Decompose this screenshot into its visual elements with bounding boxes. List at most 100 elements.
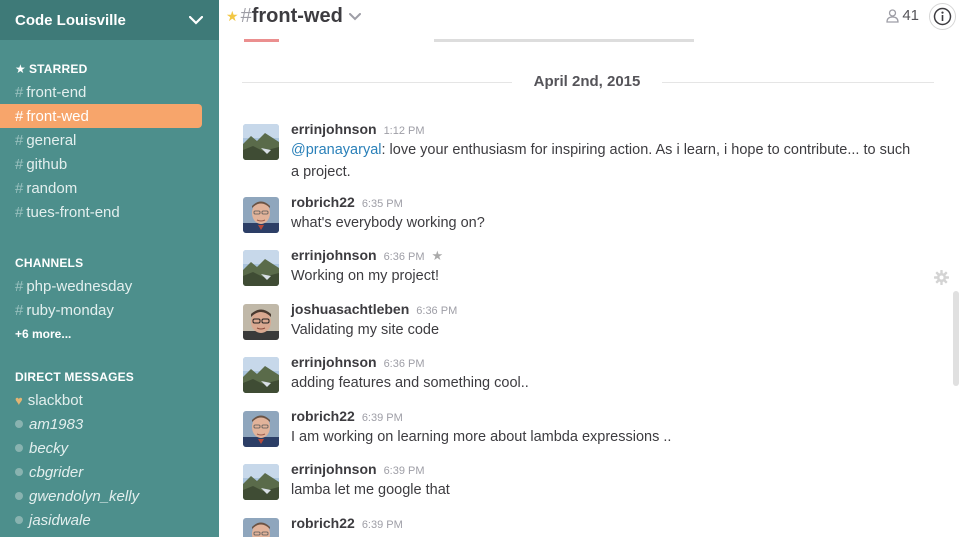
channel-hash: # bbox=[15, 179, 24, 197]
message-pane: April 2nd, 2015 errinjohnson 1:12 PM @pran… bbox=[219, 33, 947, 537]
heart-icon: ♥ bbox=[15, 392, 23, 408]
message-timestamp[interactable]: 1:12 PM bbox=[384, 125, 425, 137]
message-body: robrich22 6:39 PM I am working on learning… bbox=[291, 408, 921, 448]
avatar[interactable] bbox=[243, 357, 279, 393]
sidebar-dm-jasidwale[interactable]: jasidwale bbox=[0, 508, 219, 532]
message-body: robrich22 6:39 PM bbox=[291, 515, 921, 533]
message-timestamp[interactable]: 6:35 PM bbox=[362, 198, 403, 210]
sidebar-channel-label: front-end bbox=[26, 83, 87, 101]
sidebar-channel-tues-front-end[interactable]: # tues-front-end bbox=[0, 200, 219, 224]
avatar[interactable] bbox=[243, 124, 279, 160]
message-text-content: what's everybody working on? bbox=[291, 215, 485, 231]
message-author[interactable]: errinjohnson bbox=[291, 354, 377, 370]
channel-hash: # bbox=[15, 131, 24, 149]
sidebar-channel-general[interactable]: # general bbox=[0, 128, 219, 152]
star-icon: ★ bbox=[15, 62, 26, 76]
avatar[interactable] bbox=[243, 197, 279, 233]
message-meta: errinjohnson 6:36 PM bbox=[291, 354, 921, 372]
message-author[interactable]: errinjohnson bbox=[291, 247, 377, 263]
sidebar-channel-label: php-wednesday bbox=[26, 277, 133, 295]
message-text-content: lamba let me google that bbox=[291, 482, 450, 498]
sidebar-dm-gwendolyn_kelly[interactable]: gwendolyn_kelly bbox=[0, 484, 219, 508]
message-text-content: I am working on learning more about lamb… bbox=[291, 429, 672, 445]
starred-channel-list: # front-end # front-wed # general # github # rand… bbox=[0, 80, 219, 224]
message-meta: robrich22 6:35 PM bbox=[291, 194, 921, 212]
message-timestamp[interactable]: 6:36 PM bbox=[416, 305, 457, 317]
scrollbar-thumb[interactable] bbox=[953, 291, 959, 386]
sidebar-dm-label: gwendolyn_kelly bbox=[29, 487, 140, 505]
sidebar-channel-label: general bbox=[26, 131, 77, 149]
channel-hash: # bbox=[15, 155, 24, 173]
message-text-content: : love your enthusiasm for inspiring act… bbox=[291, 142, 911, 180]
presence-dot-icon bbox=[15, 444, 23, 452]
sidebar-channel-front-end[interactable]: # front-end bbox=[0, 80, 219, 104]
more-channels-link[interactable]: +6 more... bbox=[0, 322, 219, 346]
sidebar-dm-slackbot[interactable]: ♥ slackbot bbox=[0, 388, 219, 412]
gear-icon[interactable] bbox=[934, 270, 949, 290]
presence-dot-icon bbox=[15, 468, 23, 476]
direct-message-list: ♥ slackbot am1983 becky cbgrider gwendolyn_ke… bbox=[0, 388, 219, 532]
sidebar-dm-label: jasidwale bbox=[29, 511, 91, 529]
message-author[interactable]: joshuasachtleben bbox=[291, 301, 409, 317]
channels-section-title[interactable]: CHANNELS bbox=[0, 252, 219, 274]
message-author[interactable]: robrich22 bbox=[291, 194, 355, 210]
sidebar-channel-label: random bbox=[26, 179, 78, 197]
sidebar-channel-ruby-monday[interactable]: # ruby-monday bbox=[0, 298, 219, 322]
channel-list: # php-wednesday # ruby-monday bbox=[0, 274, 219, 322]
message-meta: errinjohnson 6:39 PM bbox=[291, 461, 921, 479]
message-timestamp[interactable]: 6:39 PM bbox=[384, 465, 425, 477]
day-divider: April 2nd, 2015 bbox=[242, 73, 934, 93]
message-text-content: Validating my site code bbox=[291, 322, 440, 338]
sidebar-dm-becky[interactable]: becky bbox=[0, 436, 219, 460]
chevron-down-icon[interactable] bbox=[348, 12, 361, 21]
channel-hash: # bbox=[15, 277, 24, 295]
sidebar-dm-am1983[interactable]: am1983 bbox=[0, 412, 219, 436]
message-body: errinjohnson 6:36 PM adding features and s… bbox=[291, 354, 921, 394]
message-timestamp[interactable]: 6:36 PM bbox=[384, 358, 425, 370]
message-author[interactable]: robrich22 bbox=[291, 408, 355, 424]
message-timestamp[interactable]: 6:39 PM bbox=[362, 412, 403, 424]
chevron-down-icon[interactable] bbox=[188, 12, 204, 28]
sidebar-channel-label: github bbox=[26, 155, 68, 173]
scrollbar[interactable] bbox=[950, 33, 961, 537]
sidebar-dm-label: becky bbox=[29, 439, 69, 457]
message-text-content: Working on my project! bbox=[291, 268, 440, 284]
member-count-button[interactable]: 41 bbox=[886, 7, 919, 24]
message-author[interactable]: errinjohnson bbox=[291, 461, 377, 477]
avatar[interactable] bbox=[243, 518, 279, 537]
channel-name: front-wed bbox=[251, 5, 343, 27]
presence-dot-icon bbox=[15, 492, 23, 500]
message-author[interactable]: errinjohnson bbox=[291, 121, 377, 137]
sidebar-dm-label: am1983 bbox=[29, 415, 84, 433]
message-author[interactable]: robrich22 bbox=[291, 515, 355, 531]
star-icon[interactable]: ★ bbox=[432, 248, 444, 264]
message-meta: errinjohnson 1:12 PM bbox=[291, 121, 921, 139]
sidebar-dm-cbgrider[interactable]: cbgrider bbox=[0, 460, 219, 484]
message-text-content: adding features and something cool.. bbox=[291, 375, 529, 391]
message-meta: errinjohnson 6:36 PM ★ bbox=[291, 247, 921, 265]
sidebar-channel-php-wednesday[interactable]: # php-wednesday bbox=[0, 274, 219, 298]
sidebar-channel-front-wed[interactable]: # front-wed bbox=[0, 104, 202, 128]
channel-header: ★ #front-wed 41 bbox=[219, 0, 961, 33]
avatar[interactable] bbox=[243, 464, 279, 500]
direct-messages-section-title[interactable]: DIRECT MESSAGES bbox=[0, 366, 219, 388]
info-button[interactable] bbox=[929, 3, 956, 30]
message-meta: joshuasachtleben 6:36 PM bbox=[291, 301, 921, 319]
channel-title[interactable]: #front-wed bbox=[241, 5, 343, 28]
star-icon[interactable]: ★ bbox=[226, 8, 239, 25]
sidebar-channel-github[interactable]: # github bbox=[0, 152, 219, 176]
info-icon bbox=[933, 7, 952, 26]
team-menu[interactable]: Code Louisville bbox=[0, 0, 219, 40]
user-mention-link[interactable]: @pranayaryal bbox=[291, 142, 381, 158]
sidebar-channel-random[interactable]: # random bbox=[0, 176, 219, 200]
message-body: errinjohnson 6:36 PM ★ Working on my projec… bbox=[291, 247, 921, 287]
message-text: @pranayaryal: love your enthusiasm for i… bbox=[291, 139, 921, 183]
avatar[interactable] bbox=[243, 411, 279, 447]
avatar[interactable] bbox=[243, 250, 279, 286]
message-timestamp[interactable]: 6:36 PM bbox=[384, 251, 425, 263]
sidebar-channel-label: ruby-monday bbox=[26, 301, 114, 319]
message-timestamp[interactable]: 6:39 PM bbox=[362, 519, 403, 531]
presence-dot-icon bbox=[15, 516, 23, 524]
avatar[interactable] bbox=[243, 304, 279, 340]
message-body: errinjohnson 6:39 PM lamba let me google t… bbox=[291, 461, 921, 501]
